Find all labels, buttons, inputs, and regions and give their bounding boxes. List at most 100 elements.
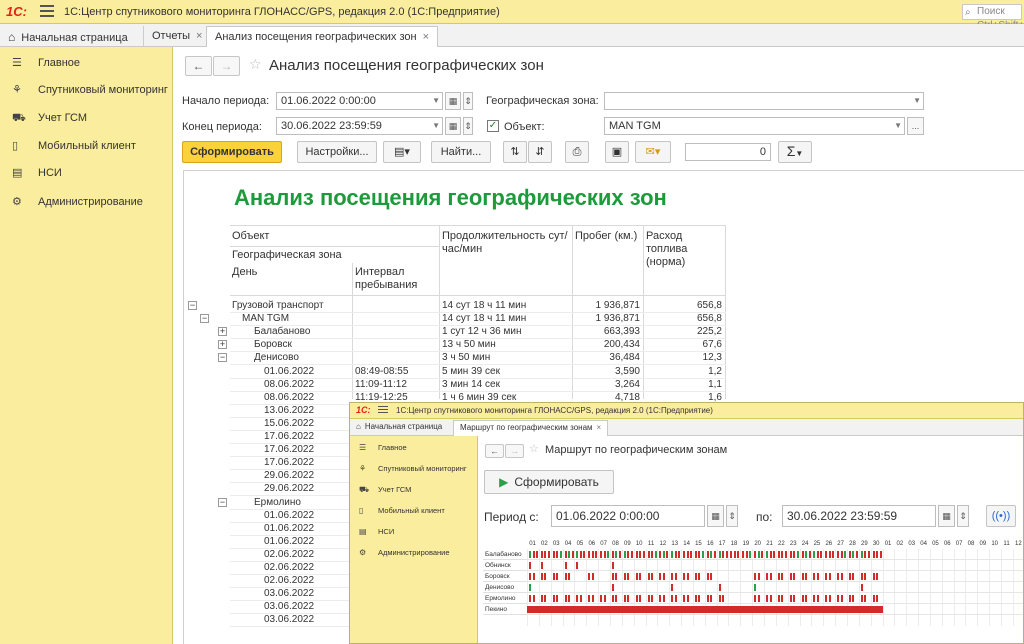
gantt-bar[interactable] [793,551,796,558]
gantt-bar[interactable] [813,551,816,558]
gantt-bar[interactable] [556,573,559,580]
gantt-bar[interactable] [595,551,598,558]
gantt-bar[interactable] [659,551,662,558]
gantt-bar[interactable] [761,551,764,558]
sidebar-item-nsi[interactable]: ▤ НСИ [350,525,478,539]
tab-reports[interactable]: Отчеты × [143,26,210,47]
gantt-bar[interactable] [564,562,567,569]
gantt-bar[interactable] [651,551,653,558]
gantt-bar[interactable] [615,595,618,602]
gantt-bar[interactable] [683,573,686,580]
generate-button[interactable]: Сформировать [182,141,282,163]
gantt-bar[interactable] [754,584,757,591]
gantt-bar[interactable] [540,562,543,569]
gantt-bar[interactable] [611,562,614,569]
gantt-bar[interactable] [564,573,567,580]
gantt-bar[interactable] [701,551,704,558]
gantt-bar[interactable] [576,551,579,558]
gantt-bar[interactable] [872,573,875,580]
gantt-bar[interactable] [793,573,796,580]
gantt-bar[interactable] [816,595,819,602]
sum-field[interactable]: 0 [685,143,771,161]
gantt-bar[interactable] [694,551,697,558]
gantt-bar[interactable] [837,595,840,602]
gantt-bar[interactable] [825,595,828,602]
gantt-bar[interactable] [852,551,855,558]
gantt-bar[interactable] [611,584,614,591]
gantt-bar[interactable] [864,595,867,602]
gantt-bar[interactable] [694,595,697,602]
gantt-bar[interactable] [674,595,677,602]
sidebar-item-fuel[interactable]: ⛟ Учет ГСМ [350,483,478,497]
gantt-bar[interactable] [718,595,721,602]
gantt-bar[interactable] [718,584,721,591]
route-track-button[interactable]: ((•)) [986,505,1016,527]
gantt-bar[interactable] [671,595,674,602]
gantt-bar[interactable] [757,551,760,558]
gantt-bar[interactable] [552,573,555,580]
gantt-bar[interactable] [623,595,626,602]
route-period-from-input[interactable]: 01.06.2022 0:00:00 [551,505,705,527]
gantt-bar[interactable] [666,551,669,558]
gantt-bar[interactable] [777,551,780,558]
gantt-bar[interactable] [623,573,626,580]
gantt-bar[interactable] [766,595,768,602]
gantt-bar[interactable] [872,551,875,558]
gantt-bar[interactable] [876,573,879,580]
gantt-bar[interactable] [607,551,610,558]
gantt-bar[interactable] [627,573,630,580]
global-search-input[interactable]: ⌕ Поиск Ctrl+Shift+F [962,4,1024,31]
gantt-bar[interactable] [706,573,709,580]
gantt-bar[interactable] [813,595,816,602]
sidebar-item-satellite[interactable]: ⚘ Спутниковый мониторинг [0,80,173,100]
gantt-bar[interactable] [737,551,740,558]
gantt-bar[interactable] [784,551,787,558]
gantt-bar[interactable] [588,573,591,580]
gantt-bar[interactable] [745,551,748,558]
sidebar-item-admin[interactable]: ⚙ Администрирование [350,546,478,560]
gantt-bar[interactable] [662,551,665,558]
gantt-bar[interactable] [544,573,547,580]
expand-rows-button[interactable]: ⇅ [503,141,527,163]
gantt-bar[interactable] [816,573,819,580]
close-icon[interactable]: × [196,30,202,42]
gantt-bar[interactable] [828,573,831,580]
close-icon[interactable]: × [597,423,602,432]
gantt-bar[interactable] [710,595,713,602]
find-button[interactable]: Найти... [431,141,491,163]
gantt-bar[interactable] [733,551,736,558]
gantt-bar[interactable] [686,551,689,558]
gantt-bar[interactable] [722,551,725,558]
object-checkbox[interactable]: ✓ [487,120,499,132]
collapse-rows-button[interactable]: ⇵ [528,141,552,163]
gantt-bar[interactable] [876,595,879,602]
gantt-bar[interactable] [773,551,775,558]
gantt-bar[interactable] [642,551,645,558]
gantt-bar[interactable] [825,573,828,580]
gantt-bar[interactable] [647,595,650,602]
gantt-bar[interactable] [591,573,594,580]
gantt-bar[interactable] [722,595,725,602]
gantt-bar[interactable] [615,573,618,580]
print-button[interactable]: ⎙ [565,141,589,163]
gantt-bar[interactable] [796,551,799,558]
dropdown-arrow-icon[interactable]: ▼ [432,93,440,109]
gantt-bar[interactable] [588,551,591,558]
object-select-button[interactable]: ... [907,117,924,135]
spin-button[interactable]: ⇕ [726,505,738,527]
gantt-bar[interactable] [532,573,535,580]
gantt-bar[interactable] [879,551,882,558]
gantt-bar[interactable] [805,573,808,580]
tab-home[interactable]: ⌂ Начальная страница [350,420,448,436]
gantt-bar[interactable] [671,573,674,580]
gantt-bar[interactable] [579,551,582,558]
sidebar-item-fuel[interactable]: ⛟ Учет ГСМ [0,108,173,128]
calendar-button[interactable]: ▦ [445,92,461,110]
sidebar-item-mobile[interactable]: ▯ Мобильный клиент [350,504,478,518]
gantt-bar[interactable] [540,595,543,602]
gantt-bar[interactable] [639,551,642,558]
gantt-bar[interactable] [840,595,843,602]
gantt-bar[interactable] [600,595,603,602]
tab-analysis[interactable]: Анализ посещения географических зон × [206,26,439,47]
spin-button[interactable]: ⇕ [957,505,969,527]
